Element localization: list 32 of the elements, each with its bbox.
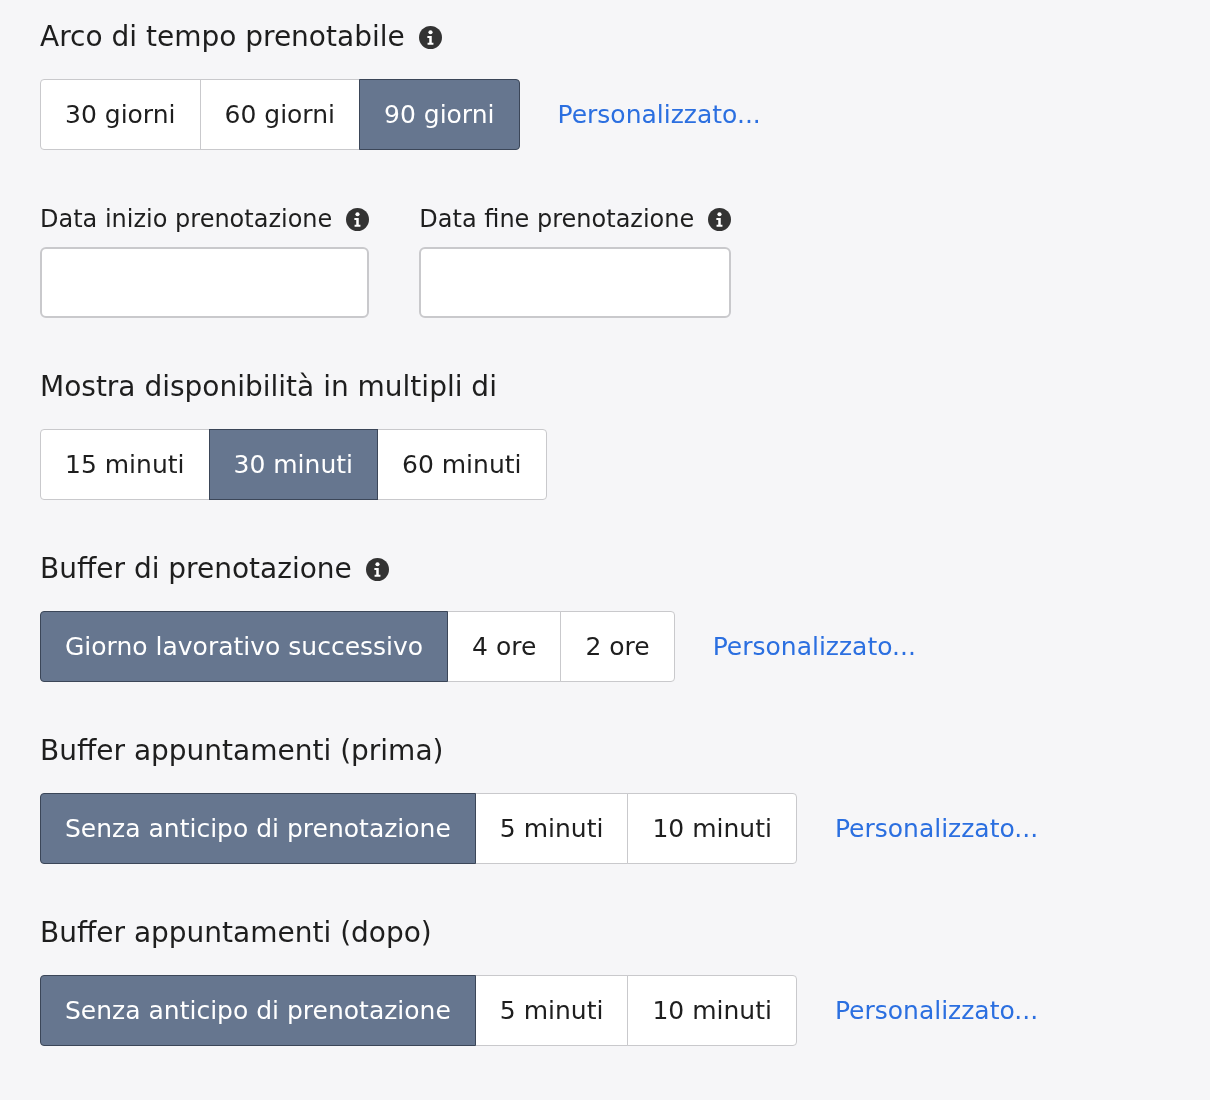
segment-option[interactable]: 2 ore [560,611,675,682]
segment-option[interactable]: 60 minuti [377,429,547,500]
date-field[interactable] [419,247,732,318]
segment-option[interactable]: 4 ore [447,611,562,682]
segment-option[interactable]: 10 minuti [627,975,797,1046]
segment-option[interactable]: 15 minuti [40,429,210,500]
field-label: Data inizio prenotazione [40,204,333,235]
info-icon[interactable] [365,557,389,581]
section-title: Mostra disponibilità in multipli di [40,370,497,404]
segment-option[interactable]: 10 minuti [627,793,797,864]
segment-option[interactable]: Senza anticipo di prenotazione [40,793,476,864]
segment-option[interactable]: 5 minuti [474,975,629,1046]
segment-option[interactable]: 60 giorni [199,79,360,150]
segment-option[interactable]: 30 minuti [208,429,378,500]
custom-link[interactable]: Personalizzato... [834,996,1039,1025]
field-label: Data fine prenotazione [419,204,695,235]
section-title: Buffer di prenotazione [40,552,352,586]
info-icon[interactable] [418,25,442,49]
info-icon[interactable] [708,207,732,231]
segment-option[interactable]: Senza anticipo di prenotazione [40,975,476,1046]
segment-option[interactable]: 30 giorni [40,79,201,150]
segment-option[interactable]: Giorno lavorativo successivo [40,611,449,682]
date-field[interactable] [40,247,370,318]
custom-link[interactable]: Personalizzato... [834,814,1039,843]
section-title: Buffer appuntamenti (dopo) [40,916,432,950]
section-title: Arco di tempo prenotabile [40,20,405,54]
segment-option[interactable]: 5 minuti [474,793,629,864]
custom-link[interactable]: Personalizzato... [557,100,761,129]
info-icon[interactable] [346,207,370,231]
segment-option[interactable]: 90 giorni [359,79,520,150]
section-title: Buffer appuntamenti (prima) [40,734,444,768]
custom-link[interactable]: Personalizzato... [712,632,916,661]
